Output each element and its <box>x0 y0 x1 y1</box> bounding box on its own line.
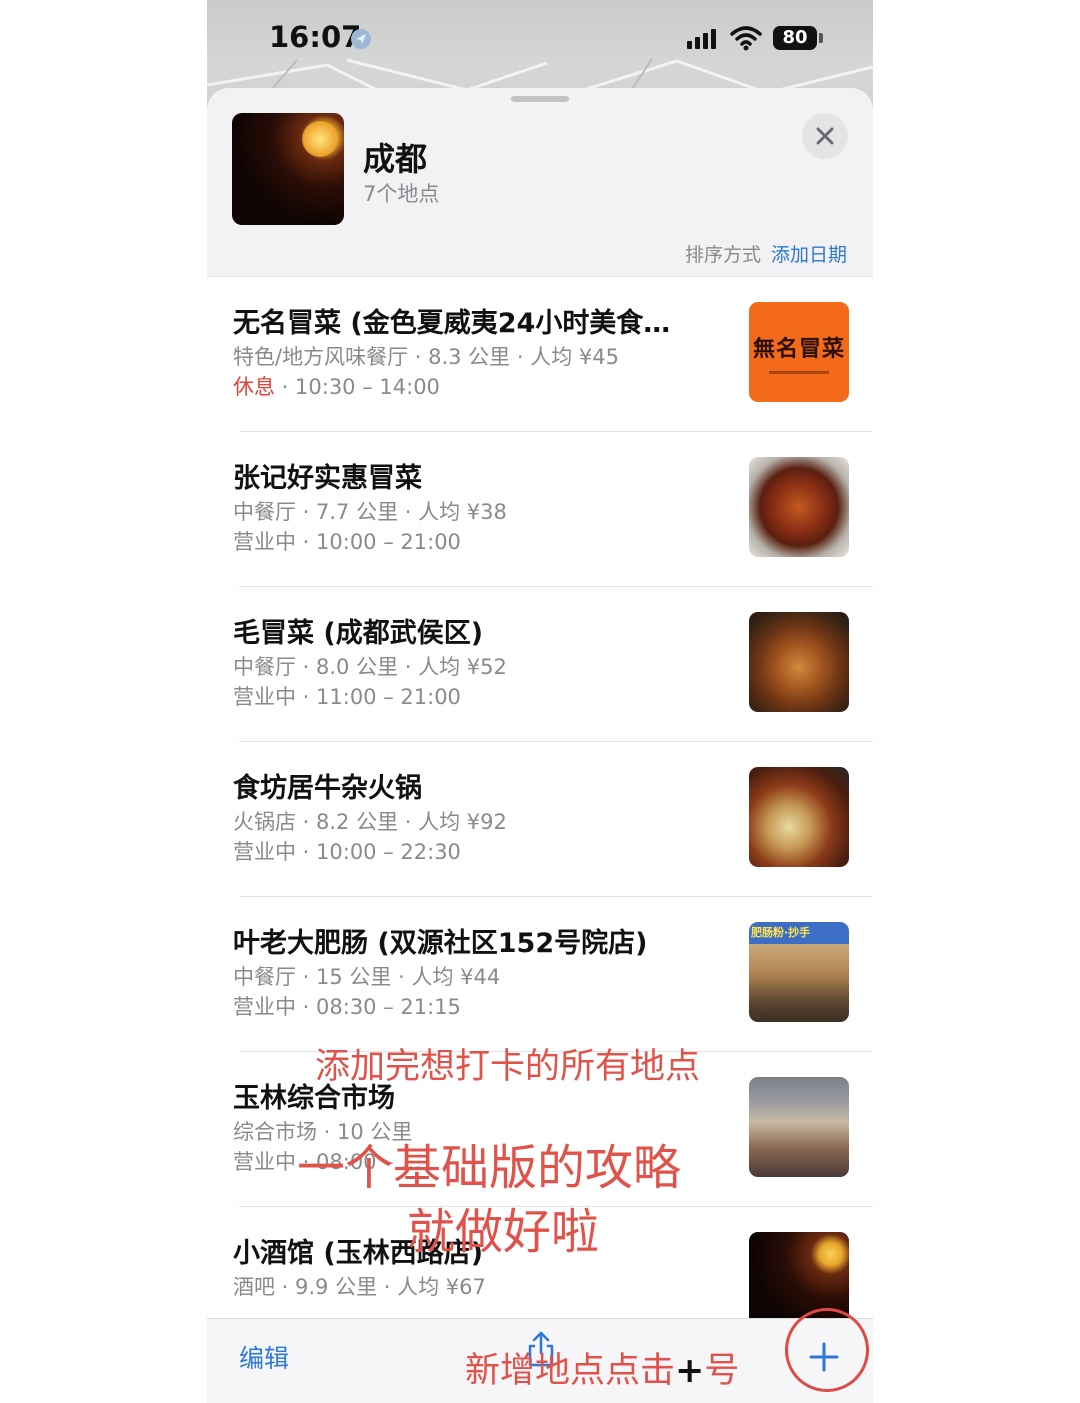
place-name: 食坊居牛杂火锅 <box>233 773 422 804</box>
place-meta: 特色/地方风味餐厅 · 8.3 公里 · 人均 ¥45 <box>233 345 619 369</box>
list-item[interactable]: 无名冒菜 (金色夏威夷24小时美食… 特色/地方风味餐厅 · 8.3 公里 · … <box>207 277 873 432</box>
hours-text: · 10:30 – 14:00 <box>275 375 440 399</box>
place-thumbnail <box>749 1077 849 1177</box>
close-button[interactable] <box>802 113 848 159</box>
thumbnail-logo-underline <box>769 370 829 374</box>
thumbnail-sign-text: 肥肠粉·抄手 <box>751 926 811 939</box>
place-meta: 酒吧 · 9.9 公里 · 人均 ¥67 <box>233 1275 486 1299</box>
place-thumbnail <box>749 1232 849 1319</box>
open-status: 营业中 <box>233 685 296 709</box>
sort-control[interactable]: 排序方式 添加日期 <box>685 240 847 267</box>
place-meta: 中餐厅 · 8.0 公里 · 人均 ¥52 <box>233 655 507 679</box>
annotation-text: 就做好啦 <box>407 1204 600 1260</box>
sort-label: 排序方式 <box>684 244 761 266</box>
list-item[interactable]: 张记好实惠冒菜 中餐厅 · 7.7 公里 · 人均 ¥38 营业中 · 10:0… <box>207 432 873 587</box>
place-thumbnail <box>749 457 849 557</box>
place-meta: 中餐厅 · 7.7 公里 · 人均 ¥38 <box>233 500 507 524</box>
place-hours: 营业中 · 11:00 – 21:00 <box>233 681 461 711</box>
annotation-highlight-circle <box>785 1308 869 1392</box>
annotation-text: 添加完想打卡的所有地点 <box>315 1047 701 1087</box>
place-thumbnail <box>749 767 849 867</box>
phone-screen: 16:07 80 成都 7个地点 排序方式 添加日期 无名冒菜 (金色夏威夷24… <box>207 0 873 1403</box>
open-status: 营业中 <box>233 530 296 554</box>
cellular-signal-icon <box>687 29 716 49</box>
sheet-grabber[interactable] <box>511 96 569 102</box>
close-icon <box>816 127 834 145</box>
hours-text: · 10:00 – 21:00 <box>296 530 461 554</box>
place-hours: 营业中 · 10:00 – 22:30 <box>233 836 461 866</box>
battery-indicator: 80 <box>773 26 817 50</box>
place-thumbnail: 無名冒菜 <box>749 302 849 402</box>
annotation-text-part: 号 <box>704 1351 740 1391</box>
wifi-icon <box>730 26 762 51</box>
list-item[interactable]: 毛冒菜 (成都武侯区) 中餐厅 · 8.0 公里 · 人均 ¥52 营业中 · … <box>207 587 873 742</box>
annotation-text-part: 新增地点点击 <box>465 1351 676 1391</box>
open-status: 休息 <box>233 375 275 399</box>
thumbnail-logo-text: 無名冒菜 <box>752 335 845 362</box>
hours-text: · 11:00 – 21:00 <box>296 685 461 709</box>
place-thumbnail <box>749 612 849 712</box>
annotation-text: 一个基础版的攻略 <box>297 1140 682 1196</box>
battery-tip <box>819 33 823 43</box>
open-status: 营业中 <box>233 995 296 1019</box>
place-thumbnail: 肥肠粉·抄手 <box>749 922 849 1022</box>
place-meta: 火锅店 · 8.2 公里 · 人均 ¥92 <box>233 810 507 834</box>
place-name: 无名冒菜 (金色夏威夷24小时美食… <box>233 308 671 339</box>
place-meta: 中餐厅 · 15 公里 · 人均 ¥44 <box>233 965 501 989</box>
status-time: 16:07 <box>269 20 362 54</box>
guide-cover-image <box>232 113 344 225</box>
annotation-plus-symbol: + <box>675 1351 705 1391</box>
hours-text: · 08:30 – 21:15 <box>296 995 461 1019</box>
list-item[interactable]: 食坊居牛杂火锅 火锅店 · 8.2 公里 · 人均 ¥92 营业中 · 10:0… <box>207 742 873 897</box>
place-hours: 休息 · 10:30 – 14:00 <box>233 371 440 401</box>
open-status: 营业中 <box>233 1150 296 1174</box>
sort-value[interactable]: 添加日期 <box>771 244 847 266</box>
location-arrow-icon <box>351 29 371 49</box>
place-hours: 营业中 · 10:00 – 21:00 <box>233 526 461 556</box>
place-name: 张记好实惠冒菜 <box>233 463 422 494</box>
place-name: 毛冒菜 (成都武侯区) <box>233 618 484 649</box>
guide-title: 成都 <box>363 140 428 178</box>
edit-button[interactable]: 编辑 <box>239 1339 289 1375</box>
hours-text: · 10:00 – 22:30 <box>296 840 461 864</box>
annotation-text: 新增地点点击+号 <box>465 1342 739 1393</box>
guide-place-count: 7个地点 <box>363 182 440 206</box>
place-hours: 营业中 · 08:30 – 21:15 <box>233 991 461 1021</box>
place-name: 叶老大肥肠 (双源社区152号院店) <box>233 928 648 959</box>
open-status: 营业中 <box>233 840 296 864</box>
list-item[interactable]: 叶老大肥肠 (双源社区152号院店) 中餐厅 · 15 公里 · 人均 ¥44 … <box>207 897 873 1052</box>
lamp-glow <box>302 121 338 157</box>
